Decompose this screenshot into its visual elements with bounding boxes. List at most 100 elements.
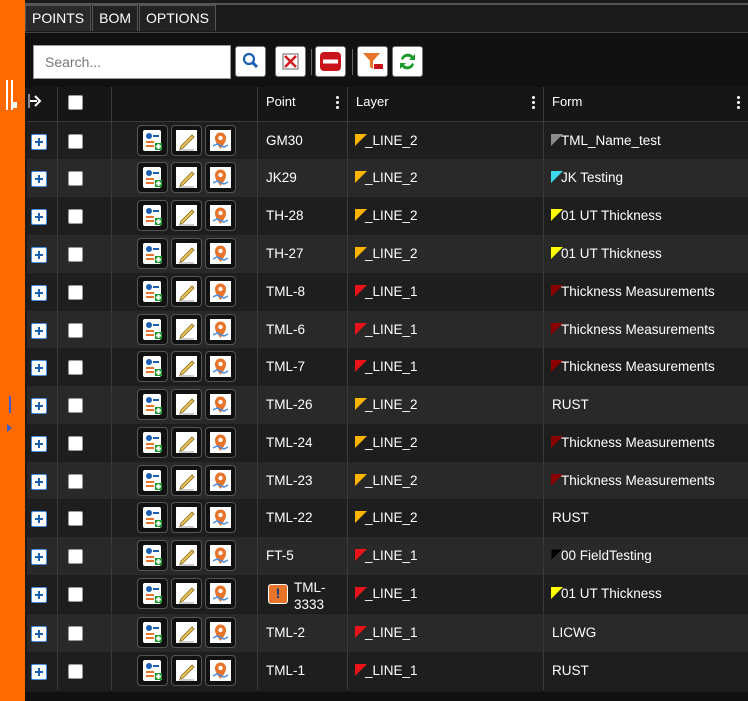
point-cell[interactable]: TML-26: [258, 386, 348, 424]
layer-cell[interactable]: _LINE_1: [348, 348, 544, 386]
layer-cell[interactable]: _LINE_1: [348, 273, 544, 311]
layer-cell[interactable]: _LINE_1: [348, 537, 544, 575]
layer-cell[interactable]: _LINE_2: [348, 122, 544, 160]
expand-row-icon[interactable]: [31, 171, 47, 187]
add-reading-button[interactable]: [137, 200, 168, 231]
add-reading-button[interactable]: [137, 125, 168, 156]
edit-point-button[interactable]: [171, 617, 202, 648]
form-cell[interactable]: Thickness Measurements: [544, 348, 748, 386]
form-cell[interactable]: Thickness Measurements: [544, 424, 748, 462]
add-reading-button[interactable]: [137, 162, 168, 193]
form-cell[interactable]: RUST: [544, 499, 748, 537]
expand-row-icon[interactable]: [31, 436, 47, 452]
form-cell[interactable]: 01 UT Thickness: [544, 197, 748, 235]
add-reading-button[interactable]: [137, 276, 168, 307]
layer-cell[interactable]: _LINE_2: [348, 462, 544, 500]
row-checkbox[interactable]: [68, 398, 83, 413]
table-row[interactable]: TML-23 _LINE_2 Thickness Measurements: [27, 462, 748, 500]
layer-cell[interactable]: _LINE_1: [348, 652, 544, 690]
expand-row-icon[interactable]: [31, 247, 47, 263]
point-cell[interactable]: TML-24: [258, 424, 348, 462]
layer-cell[interactable]: _LINE_1: [348, 575, 544, 613]
expand-row-icon[interactable]: [31, 134, 47, 150]
form-cell[interactable]: Thickness Measurements: [544, 462, 748, 500]
locate-point-button[interactable]: [205, 540, 236, 571]
refresh-button[interactable]: [392, 46, 423, 77]
column-menu-icon[interactable]: [336, 96, 339, 110]
remove-button[interactable]: [315, 46, 346, 77]
clear-button[interactable]: [275, 46, 306, 77]
locate-point-button[interactable]: [205, 314, 236, 345]
column-menu-icon[interactable]: [737, 96, 740, 110]
filter-remove-button[interactable]: [357, 46, 388, 77]
search-button[interactable]: [235, 46, 266, 77]
form-cell[interactable]: TML_Name_test: [544, 122, 748, 160]
table-row[interactable]: TML-1 _LINE_1 RUST: [27, 652, 748, 690]
tab-points[interactable]: POINTS: [25, 5, 92, 31]
row-checkbox[interactable]: [68, 664, 83, 679]
add-reading-button[interactable]: [137, 540, 168, 571]
add-reading-button[interactable]: [137, 389, 168, 420]
tab-options[interactable]: OPTIONS: [139, 5, 217, 31]
layer-cell[interactable]: _LINE_1: [348, 614, 544, 652]
expand-row-icon[interactable]: [31, 474, 47, 490]
edit-point-button[interactable]: [171, 427, 202, 458]
form-cell[interactable]: JK Testing: [544, 159, 748, 197]
locate-point-button[interactable]: [205, 276, 236, 307]
expand-row-icon[interactable]: [31, 626, 47, 642]
locate-point-button[interactable]: [205, 200, 236, 231]
row-checkbox[interactable]: [68, 171, 83, 186]
form-cell[interactable]: RUST: [544, 652, 748, 690]
add-reading-button[interactable]: [137, 238, 168, 269]
row-checkbox[interactable]: [68, 134, 83, 149]
row-checkbox[interactable]: [68, 626, 83, 641]
expand-row-icon[interactable]: [31, 323, 47, 339]
table-row[interactable]: TML-7 _LINE_1 Thickness Measurements: [27, 348, 748, 386]
point-cell[interactable]: GM30: [258, 122, 348, 160]
row-checkbox[interactable]: [68, 436, 83, 451]
select-all-checkbox[interactable]: [68, 95, 83, 110]
edit-point-button[interactable]: [171, 540, 202, 571]
edit-point-button[interactable]: [171, 276, 202, 307]
form-cell[interactable]: 01 UT Thickness: [544, 235, 748, 273]
row-checkbox[interactable]: [68, 511, 83, 526]
row-checkbox[interactable]: [68, 209, 83, 224]
point-cell[interactable]: TML-2: [258, 614, 348, 652]
point-cell[interactable]: TML-7: [258, 348, 348, 386]
expand-row-icon[interactable]: [31, 398, 47, 414]
point-cell[interactable]: TML-1: [258, 652, 348, 690]
edit-point-button[interactable]: [171, 162, 202, 193]
point-cell[interactable]: TML-6: [258, 311, 348, 349]
expand-all-icon[interactable]: [28, 92, 46, 110]
table-row[interactable]: TH-28 _LINE_2 01 UT Thickness: [27, 197, 748, 235]
horizontal-scrollbar[interactable]: [25, 692, 748, 701]
edit-point-button[interactable]: [171, 578, 202, 609]
add-reading-button[interactable]: [137, 578, 168, 609]
add-reading-button[interactable]: [137, 465, 168, 496]
expand-row-icon[interactable]: [31, 511, 47, 527]
panel-toggle-arrow-icon[interactable]: [11, 102, 17, 108]
add-reading-button[interactable]: [137, 314, 168, 345]
table-row[interactable]: TML-22 _LINE_2 RUST: [27, 499, 748, 537]
table-row[interactable]: TML-24 _LINE_2 Thickness Measurements: [27, 424, 748, 462]
locate-point-button[interactable]: [205, 578, 236, 609]
point-cell[interactable]: TML-23: [258, 462, 348, 500]
table-row[interactable]: TML-6 _LINE_1 Thickness Measurements: [27, 311, 748, 349]
tab-bom[interactable]: BOM: [92, 5, 139, 31]
layer-cell[interactable]: _LINE_2: [348, 197, 544, 235]
expand-row-icon[interactable]: [31, 209, 47, 225]
point-cell[interactable]: TML-8: [258, 273, 348, 311]
layer-cell[interactable]: _LINE_2: [348, 159, 544, 197]
edit-point-button[interactable]: [171, 200, 202, 231]
layer-cell[interactable]: _LINE_2: [348, 424, 544, 462]
locate-point-button[interactable]: [205, 465, 236, 496]
edit-point-button[interactable]: [171, 238, 202, 269]
form-cell[interactable]: Thickness Measurements: [544, 273, 748, 311]
form-cell[interactable]: Thickness Measurements: [544, 311, 748, 349]
table-row[interactable]: GM30 _LINE_2 TML_Name_test: [27, 122, 748, 160]
point-cell[interactable]: ! TML- 3333: [258, 575, 348, 613]
row-checkbox[interactable]: [68, 323, 83, 338]
edit-point-button[interactable]: [171, 125, 202, 156]
point-cell[interactable]: FT-5: [258, 537, 348, 575]
locate-point-button[interactable]: [205, 238, 236, 269]
